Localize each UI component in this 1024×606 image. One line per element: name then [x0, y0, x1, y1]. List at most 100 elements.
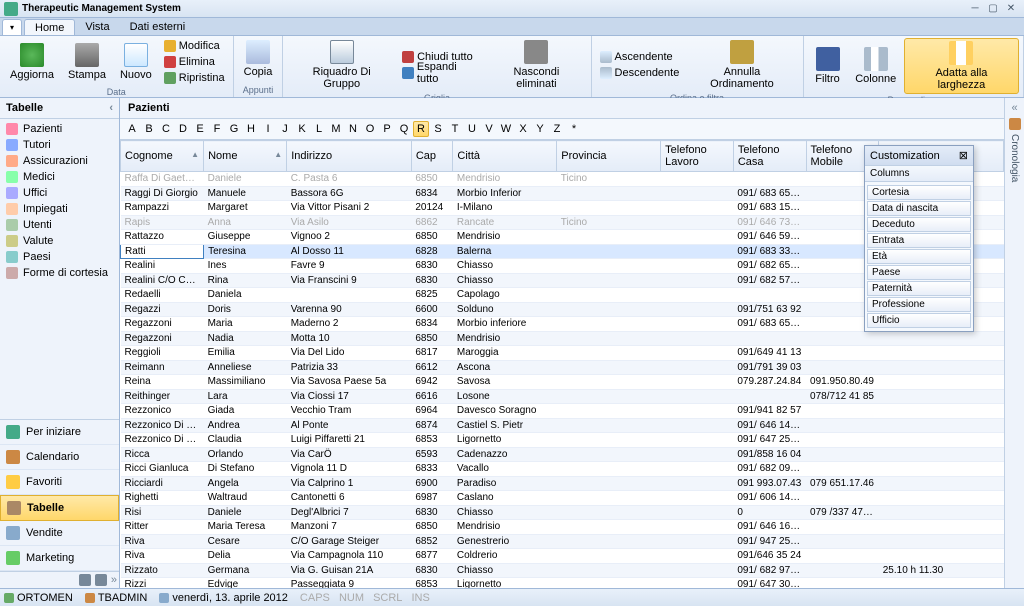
cell[interactable]: Ricciardi	[121, 476, 204, 491]
cell[interactable]: Coldrerio	[453, 549, 557, 564]
cronologia-label[interactable]: Cronologia	[1009, 134, 1020, 182]
alpha-V[interactable]: V	[481, 121, 497, 137]
cell[interactable]	[879, 520, 1004, 535]
cell[interactable]: Degl'Albrici 7	[287, 505, 412, 520]
cell[interactable]	[557, 273, 661, 288]
alpha-H[interactable]: H	[243, 121, 259, 137]
cell[interactable]	[661, 404, 734, 419]
cell[interactable]: Losone	[453, 389, 557, 404]
tab-home[interactable]: Home	[24, 19, 75, 35]
cell[interactable]: Rezzonico Di Sergio	[121, 433, 204, 448]
cell[interactable]: Rizzato	[121, 563, 204, 578]
cell[interactable]: 091/858 16 04	[733, 447, 806, 462]
cell[interactable]	[661, 549, 734, 564]
cell[interactable]: Via G. Guisan 21A	[287, 563, 412, 578]
cell[interactable]	[661, 418, 734, 433]
table-row[interactable]: RighettiWaltraudCantonetti 66987Caslano0…	[121, 491, 1004, 506]
custom-col-entrata[interactable]: Entrata	[867, 233, 971, 248]
cell[interactable]: Reina	[121, 375, 204, 390]
cell[interactable]: Vecchio Tram	[287, 404, 412, 419]
cell[interactable]: 6862	[411, 215, 453, 230]
table-row[interactable]: ReggioliEmiliaVia Del Lido6817Maroggia09…	[121, 346, 1004, 361]
col-telefono-lavoro[interactable]: Telefono Lavoro	[661, 141, 734, 172]
cell[interactable]: Passeggiata 9	[287, 578, 412, 589]
cell[interactable]: Chiasso	[453, 563, 557, 578]
copy-button[interactable]: Copia	[238, 38, 279, 80]
cell[interactable]	[806, 418, 879, 433]
cell[interactable]: Rina	[204, 273, 287, 288]
cell[interactable]: Cadenazzo	[453, 447, 557, 462]
cell[interactable]: Davesco Soragno	[453, 404, 557, 419]
cell[interactable]: 091/646 35 24	[733, 549, 806, 564]
sidebar-item-assicurazioni[interactable]: Assicurazioni	[0, 153, 119, 169]
custom-col-deceduto[interactable]: Deceduto	[867, 217, 971, 232]
cell[interactable]: 091/ 682 57 24	[733, 273, 806, 288]
cell[interactable]: 091/ 682 09 86	[733, 462, 806, 477]
new-button[interactable]: Nuovo	[114, 38, 158, 86]
cell[interactable]: Morbio Inferior	[453, 186, 557, 201]
cell[interactable]: Balerna	[453, 244, 557, 259]
cell[interactable]: 6616	[411, 389, 453, 404]
cell[interactable]: Anneliese	[204, 360, 287, 375]
cell[interactable]: 091 993.07.43	[733, 476, 806, 491]
close-button[interactable]: ✕	[1002, 3, 1020, 14]
cell[interactable]: 20124	[411, 201, 453, 216]
cell[interactable]: Nadia	[204, 331, 287, 346]
cell[interactable]	[879, 433, 1004, 448]
cell[interactable]: Giada	[204, 404, 287, 419]
cell[interactable]	[557, 346, 661, 361]
alpha-N[interactable]: N	[345, 121, 361, 137]
cell[interactable]: Al Ponte	[287, 418, 412, 433]
nav-calendario[interactable]: Calendario	[0, 445, 119, 470]
table-row[interactable]: ReinaMassimilianoVia Savosa Paese 5a6942…	[121, 375, 1004, 390]
table-row[interactable]: RegazzoniNadiaMotta 106850Mendrisio	[121, 331, 1004, 346]
cell[interactable]: Edvige	[204, 578, 287, 589]
cell[interactable]	[806, 331, 879, 346]
right-strip-expand[interactable]: «	[1011, 102, 1017, 114]
alpha-X[interactable]: X	[515, 121, 531, 137]
cell[interactable]: Reggioli	[121, 346, 204, 361]
cell[interactable]: Reimann	[121, 360, 204, 375]
file-menu-button[interactable]: ▾	[2, 19, 22, 35]
sidebar-item-medici[interactable]: Medici	[0, 169, 119, 185]
cell[interactable]: Chiasso	[453, 259, 557, 274]
col-telefono-casa[interactable]: Telefono Casa	[733, 141, 806, 172]
cell[interactable]: 0	[733, 505, 806, 520]
cell[interactable]: Daniele	[204, 505, 287, 520]
cell[interactable]	[661, 302, 734, 317]
cell[interactable]: Rapis	[121, 215, 204, 230]
cell[interactable]: 079.287.24.84	[733, 375, 806, 390]
cell[interactable]	[661, 360, 734, 375]
fit-width-button[interactable]: Adatta alla larghezza	[904, 38, 1019, 94]
nav-marketing[interactable]: Marketing	[0, 546, 119, 571]
cell[interactable]: 25.10 h 11.30	[879, 563, 1004, 578]
sort-asc-button[interactable]: Ascendente	[596, 49, 684, 65]
alpha-*[interactable]: *	[566, 121, 582, 137]
cell[interactable]: Ricca	[121, 447, 204, 462]
cell[interactable]: Regazzoni	[121, 331, 204, 346]
cell[interactable]: 091/ 646 16 79	[733, 520, 806, 535]
cell[interactable]: Motta 10	[287, 331, 412, 346]
cell[interactable]	[661, 563, 734, 578]
cell[interactable]	[557, 186, 661, 201]
cell[interactable]	[661, 462, 734, 477]
cell[interactable]: Massimiliano	[204, 375, 287, 390]
sidebar-collapse-icon[interactable]: ‹	[109, 102, 113, 114]
cell[interactable]	[806, 346, 879, 361]
edit-button[interactable]: Modifica	[160, 38, 229, 54]
cell[interactable]: Varenna 90	[287, 302, 412, 317]
cell[interactable]: 6833	[411, 462, 453, 477]
cell[interactable]: 6850	[411, 520, 453, 535]
cell[interactable]: Di Stefano	[204, 462, 287, 477]
cell[interactable]: 6853	[411, 578, 453, 589]
alpha-Y[interactable]: Y	[532, 121, 548, 137]
cell[interactable]	[557, 259, 661, 274]
cell[interactable]	[879, 418, 1004, 433]
cell[interactable]	[661, 433, 734, 448]
cell[interactable]: Realini	[121, 259, 204, 274]
cell[interactable]	[557, 288, 661, 303]
cell[interactable]	[557, 505, 661, 520]
cell[interactable]: Ligornetto	[453, 433, 557, 448]
nav-vendite[interactable]: Vendite	[0, 521, 119, 546]
table-row[interactable]: RizzatoGermanaVia G. Guisan 21A6830Chias…	[121, 563, 1004, 578]
